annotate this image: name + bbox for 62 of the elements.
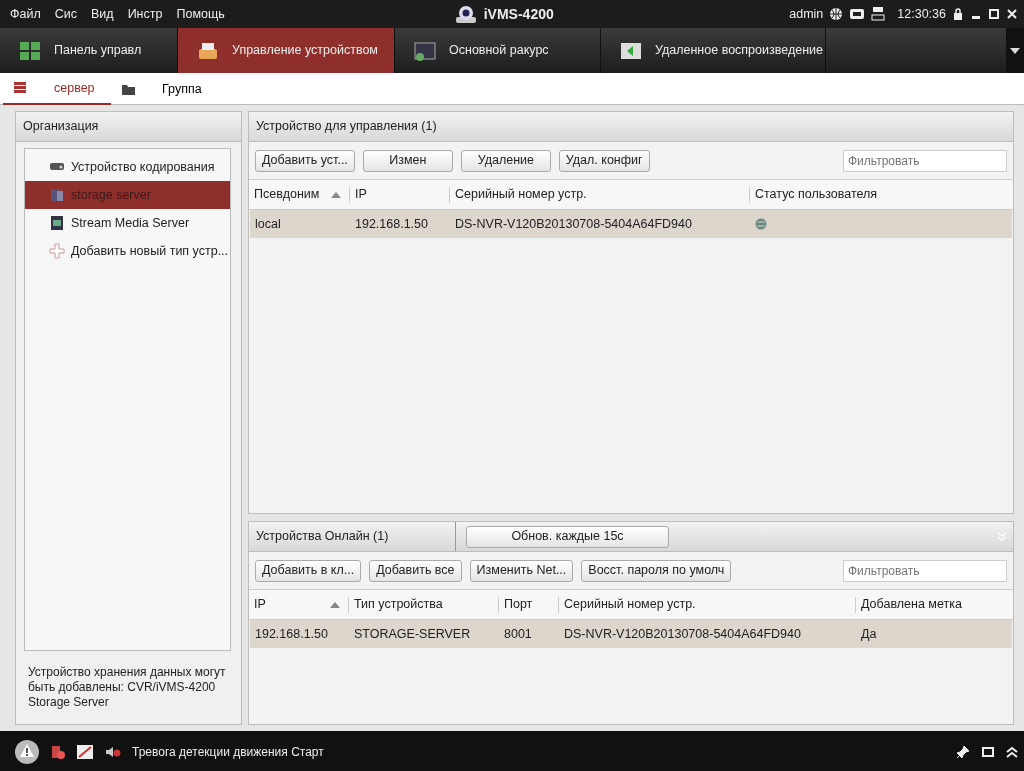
menu-item[interactable]: Файл bbox=[3, 0, 48, 28]
filter-field[interactable]: Фильтровать bbox=[843, 559, 1007, 582]
table-cell-text: STORAGE-SERVER bbox=[353, 625, 472, 643]
add-icon bbox=[49, 243, 65, 259]
info-note: Устройство хранения данных могут быть добавлены: CVR/iVMS-4200 Storage Server bbox=[27, 664, 227, 711]
dropdown-caret-icon[interactable] bbox=[1010, 47, 1020, 54]
column-header[interactable]: Порт bbox=[504, 595, 533, 614]
toolbar-button[interactable]: Добавить все bbox=[369, 559, 462, 582]
panel-title: Устройства Онлайн (1) bbox=[249, 522, 456, 551]
device-type-item[interactable]: Stream Media Server bbox=[25, 209, 230, 237]
column-header[interactable]: Добавлена метка bbox=[861, 595, 962, 614]
folder-icon bbox=[121, 82, 136, 96]
clock-time: 12:30:36 bbox=[897, 5, 946, 23]
toolbar-button[interactable]: Восст. пароля по умолч bbox=[581, 559, 732, 582]
toolbar-button[interactable]: Удаление bbox=[460, 149, 551, 172]
server-icon bbox=[13, 81, 28, 95]
expand-up-icon[interactable] bbox=[1006, 745, 1018, 758]
table-row[interactable]: 192.168.1.50 STORAGE-SERVER 8001 DS-NVR-V120B20130708-5404A64FD940 Да bbox=[250, 620, 1012, 648]
refresh-button[interactable]: Обнов. каждые 15с bbox=[466, 525, 669, 548]
lock-icon[interactable] bbox=[952, 7, 964, 21]
toolbar-button[interactable]: Измен bbox=[362, 149, 453, 172]
toolbar-button[interactable]: Добавить уст... bbox=[255, 149, 355, 172]
column-header[interactable]: IP bbox=[355, 185, 367, 204]
filter-field[interactable]: Фильтровать bbox=[843, 149, 1007, 172]
device-type-item[interactable]: Добавить новый тип устр... bbox=[25, 237, 230, 265]
toolbar-button[interactable]: Удал. конфиг bbox=[558, 149, 650, 172]
module-tab[interactable]: Управление устройством bbox=[178, 28, 395, 73]
table-row[interactable]: local 192.168.1.50 DS-NVR-V120B20130708-5404A64FD940 bbox=[250, 210, 1012, 238]
menu-item[interactable]: Инстр bbox=[120, 0, 170, 28]
table-cell-text: Да bbox=[860, 625, 878, 643]
close-icon[interactable] bbox=[1006, 7, 1018, 21]
status-message: Тревога детекции движения Старт bbox=[132, 743, 324, 761]
table-cell-text: 8001 bbox=[503, 625, 533, 643]
table-cell-text: DS-NVR-V120B20130708-5404A64FD940 bbox=[563, 625, 802, 643]
window-icon[interactable] bbox=[982, 745, 994, 758]
table-cell-text: 192.168.1.50 bbox=[354, 215, 429, 233]
user-name: admin bbox=[789, 5, 824, 23]
grid-icon bbox=[18, 39, 42, 62]
table-cell-text: local bbox=[254, 215, 282, 233]
column-header[interactable]: IP bbox=[254, 595, 266, 614]
toolbar-button[interactable]: Изменить Net... bbox=[469, 559, 574, 582]
menu-item[interactable]: Сис bbox=[47, 0, 84, 28]
column-header[interactable]: Тип устройства bbox=[354, 595, 443, 614]
camera-icon bbox=[453, 3, 478, 25]
maximize-icon[interactable] bbox=[988, 7, 1000, 21]
column-header[interactable]: Серийный номер устр. bbox=[564, 595, 696, 614]
column-header[interactable]: Псевдоним bbox=[254, 185, 320, 204]
sub-tab[interactable]: Группа bbox=[111, 73, 201, 105]
device-type-item[interactable]: Устройство кодирования bbox=[25, 153, 230, 181]
column-header[interactable]: Серийный номер устр. bbox=[455, 185, 587, 204]
table-cell-text: 192.168.1.50 bbox=[254, 625, 329, 643]
toolbar-button[interactable]: Добавить в кл... bbox=[255, 559, 362, 582]
panel-title: Устройство для управления (1) bbox=[249, 112, 1013, 142]
menu-item[interactable]: Помощь bbox=[169, 0, 232, 28]
globe-icon bbox=[829, 7, 844, 21]
column-header[interactable]: Статус пользователя bbox=[755, 185, 878, 204]
app-title: iVMS-4200 bbox=[483, 4, 554, 24]
table-cell-text: DS-NVR-V120B20130708-5404A64FD940 bbox=[454, 215, 693, 233]
sub-tab[interactable]: сервер bbox=[3, 73, 111, 105]
menu-item[interactable]: Вид bbox=[84, 0, 121, 28]
warning-icon bbox=[14, 738, 40, 765]
pin-icon[interactable] bbox=[956, 744, 970, 759]
